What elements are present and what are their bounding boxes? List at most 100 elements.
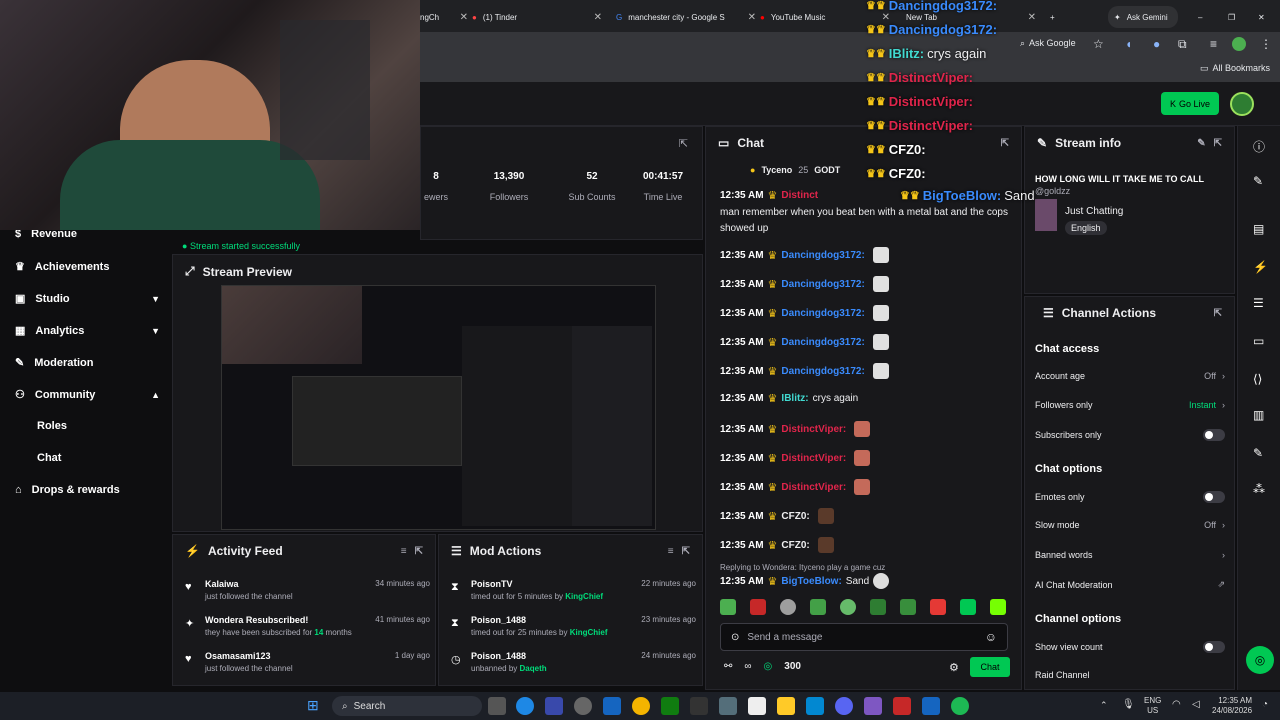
- message-user[interactable]: DistinctViper:: [781, 482, 846, 493]
- emote-button[interactable]: [780, 599, 796, 615]
- chat-icon[interactable]: ▭: [1253, 334, 1264, 348]
- go-live-button[interactable]: K Go Live: [1161, 92, 1219, 115]
- close-tab-icon[interactable]: ✕: [882, 12, 890, 23]
- message-user[interactable]: IBlitz:: [781, 393, 808, 404]
- tray-chevron-icon[interactable]: ⌃: [1100, 700, 1108, 711]
- stream-tag[interactable]: English: [1065, 221, 1107, 235]
- emote-button[interactable]: [930, 599, 946, 615]
- message-user[interactable]: Dancingdog3172:: [781, 337, 864, 348]
- task-view-icon[interactable]: [488, 697, 506, 715]
- subscribers-only-setting[interactable]: Subscribers only: [1035, 429, 1225, 441]
- clock[interactable]: 12:35 AM 24/08/2026: [1212, 696, 1252, 716]
- language-indicator[interactable]: ENG US: [1144, 696, 1161, 716]
- sidebar-item-chat[interactable]: Chat: [37, 452, 61, 464]
- apps-icon[interactable]: ⁂: [1253, 482, 1265, 496]
- filter-icon[interactable]: ≡: [401, 546, 407, 557]
- message-user[interactable]: BigToeBlow:: [781, 576, 841, 587]
- chat-input[interactable]: ⊙ Send a message ☺: [720, 623, 1008, 651]
- app-icon[interactable]: [864, 697, 882, 715]
- sidebar-item-achievements[interactable]: ♛ Achievements: [15, 260, 160, 274]
- chrome-icon[interactable]: [632, 697, 650, 715]
- list-icon[interactable]: ☰: [1253, 296, 1264, 310]
- channel-points[interactable]: 300: [784, 661, 801, 672]
- browser-tab[interactable]: ● (1) Tinder ✕: [472, 6, 602, 28]
- mod-by[interactable]: KingChief: [565, 592, 603, 601]
- message-user[interactable]: DistinctViper:: [781, 424, 846, 435]
- app-icon[interactable]: [748, 697, 766, 715]
- lightning-icon[interactable]: ⚡: [1253, 260, 1268, 274]
- ai-chat-moderation-setting[interactable]: AI Chat Moderation ⇗: [1035, 579, 1225, 590]
- edge-icon[interactable]: [516, 697, 534, 715]
- sidebar-item-studio[interactable]: ▣ Studio ▼: [15, 292, 160, 306]
- filter-icon[interactable]: ≡: [668, 546, 674, 557]
- stream-category[interactable]: Just Chatting: [1065, 206, 1123, 217]
- wifi-icon[interactable]: ◠: [1172, 699, 1181, 710]
- windows-start-icon[interactable]: ⊞: [307, 697, 325, 715]
- popout-icon[interactable]: ⇱: [1001, 138, 1009, 149]
- emote-button[interactable]: [960, 599, 976, 615]
- sidebar-item-drops[interactable]: ⌂ Drops & rewards: [15, 484, 160, 496]
- extension-icon[interactable]: ◖: [1125, 37, 1132, 51]
- info-icon[interactable]: ⓘ: [1253, 138, 1265, 155]
- account-age-setting[interactable]: Account age Off ›: [1035, 371, 1225, 381]
- message-user[interactable]: DistinctViper:: [781, 453, 846, 464]
- gear-icon[interactable]: ⚙: [949, 661, 959, 674]
- avatar[interactable]: [1230, 92, 1254, 116]
- popout-icon[interactable]: ⇱: [682, 546, 690, 557]
- epic-games-icon[interactable]: [690, 697, 708, 715]
- close-window-button[interactable]: ✕: [1258, 6, 1272, 28]
- edit-icon[interactable]: ✎: [1197, 138, 1205, 149]
- volume-icon[interactable]: ◁: [1192, 699, 1200, 710]
- browser-tab[interactable]: ngCh ✕: [420, 6, 468, 28]
- emote-button[interactable]: [870, 599, 886, 615]
- raid-channel-setting[interactable]: Raid Channel: [1035, 670, 1225, 680]
- slow-mode-setting[interactable]: Slow mode Off ›: [1035, 520, 1225, 530]
- share-icon[interactable]: ⚯: [724, 661, 732, 672]
- emote-button[interactable]: [990, 599, 1006, 615]
- stream-preview-video[interactable]: [221, 285, 656, 530]
- panel-icon[interactable]: ▤: [1253, 222, 1264, 236]
- message-user[interactable]: Dancingdog3172:: [781, 250, 864, 261]
- sidebar-item-roles[interactable]: Roles: [37, 420, 67, 432]
- mod-by[interactable]: Daqeth: [520, 664, 547, 673]
- pencil-icon[interactable]: ✎: [1253, 174, 1263, 188]
- reading-list-icon[interactable]: ≡: [1210, 37, 1217, 51]
- sidebar-item-community[interactable]: ⚇ Community ▲: [15, 388, 160, 402]
- leaderboard-name[interactable]: Tyceno: [761, 165, 792, 175]
- close-tab-icon[interactable]: ✕: [748, 12, 756, 23]
- code-icon[interactable]: ⟨⟩: [1253, 372, 1262, 386]
- emote-button[interactable]: [720, 599, 736, 615]
- spotify-icon[interactable]: [951, 697, 969, 715]
- discord-icon[interactable]: [835, 697, 853, 715]
- show-view-count-toggle[interactable]: [1203, 641, 1225, 653]
- all-bookmarks-button[interactable]: ▭ All Bookmarks: [1200, 63, 1270, 74]
- maximize-button[interactable]: ❐: [1228, 6, 1242, 28]
- sidebar-item-moderation[interactable]: ✎ Moderation: [15, 356, 160, 370]
- steam-icon[interactable]: [603, 697, 621, 715]
- taskbar-search[interactable]: ⌕ Search: [332, 696, 482, 716]
- emote-button[interactable]: [750, 599, 766, 615]
- microphone-icon[interactable]: 🎙: [1122, 699, 1135, 710]
- show-view-count-setting[interactable]: Show view count: [1035, 641, 1225, 653]
- emote-button[interactable]: [810, 599, 826, 615]
- popout-icon[interactable]: ⇱: [415, 546, 423, 557]
- infinity-icon[interactable]: ∞: [744, 661, 751, 672]
- settings-icon[interactable]: [719, 697, 737, 715]
- sidebar-item-analytics[interactable]: ▦ Analytics ▼: [15, 324, 160, 338]
- app-icon[interactable]: [922, 697, 940, 715]
- message-user[interactable]: Dancingdog3172:: [781, 308, 864, 319]
- app-icon[interactable]: [893, 697, 911, 715]
- subscribers-only-toggle[interactable]: [1203, 429, 1225, 441]
- app-icon[interactable]: [574, 697, 592, 715]
- popout-icon[interactable]: ⇱: [679, 137, 688, 150]
- new-tab-button[interactable]: +: [1050, 6, 1070, 28]
- browser-tab[interactable]: Gmanchester city - Google S ✕: [616, 6, 756, 28]
- message-user[interactable]: Dancingdog3172:: [781, 366, 864, 377]
- emote-button[interactable]: [840, 599, 856, 615]
- mod-by[interactable]: KingChief: [570, 628, 608, 637]
- close-tab-icon[interactable]: ✕: [594, 12, 602, 23]
- app-icon[interactable]: [545, 697, 563, 715]
- message-user[interactable]: CFZ0:: [781, 511, 809, 522]
- app-icon[interactable]: [806, 697, 824, 715]
- close-tab-icon[interactable]: ✕: [460, 12, 468, 23]
